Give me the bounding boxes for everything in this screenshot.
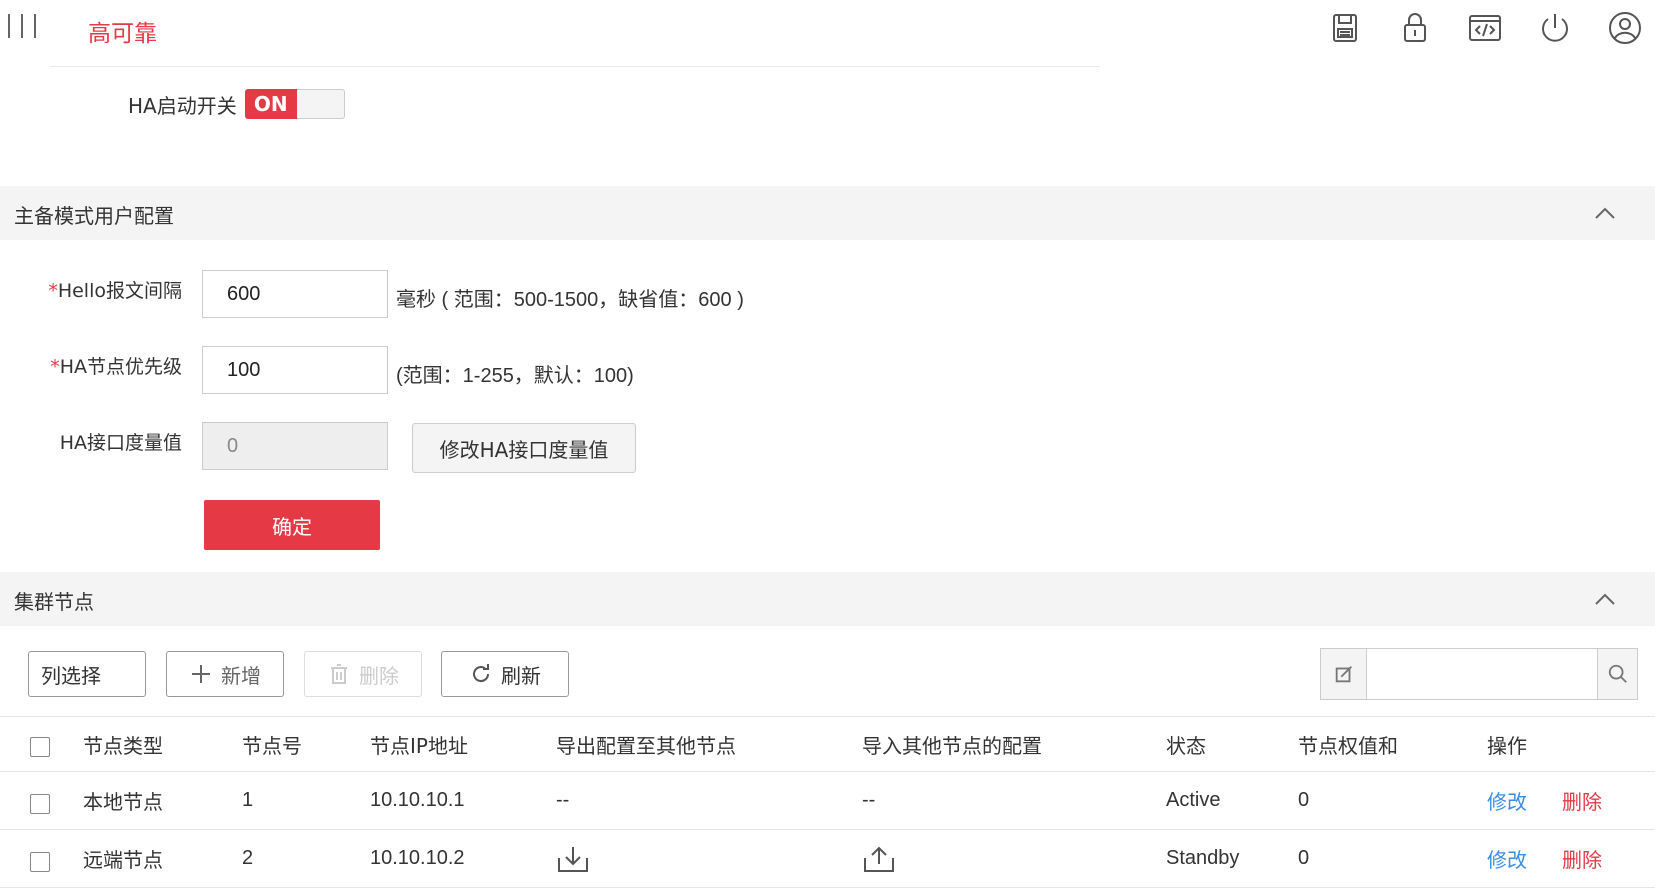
add-label: 新增 [221, 663, 261, 688]
node-weight: 0 [1298, 789, 1310, 811]
edit-link[interactable]: 修改 [1487, 830, 1527, 887]
priority-input[interactable] [202, 346, 388, 394]
edit-link[interactable]: 修改 [1487, 772, 1527, 829]
page-title: 高可靠 [88, 21, 157, 47]
lock-icon[interactable] [1380, 6, 1450, 50]
metric-label: HA接口度量值 [59, 432, 182, 454]
modify-metric-button[interactable]: 修改HA接口度量值 [412, 423, 636, 473]
edit-icon[interactable] [1321, 649, 1367, 699]
top-bar-divider [50, 66, 1100, 72]
column-header: 节点权值和 [1298, 733, 1398, 758]
confirm-button[interactable]: 确定 [204, 500, 380, 550]
column-header: 节点类型 [83, 733, 163, 758]
download-icon[interactable] [556, 830, 590, 887]
ha-switch-label: HA启动开关 [128, 93, 237, 118]
priority-label: *HA节点优先级 [50, 356, 182, 378]
header-actions [1310, 6, 1660, 50]
node-ip: 10.10.10.2 [370, 847, 465, 869]
refresh-button[interactable]: 刷新 [441, 651, 569, 697]
node-number: 1 [242, 789, 254, 811]
table-header: 节点类型 节点号 节点IP地址 导出配置至其他节点 导入其他节点的配置 状态 节… [0, 716, 1655, 772]
top-bar: 高可靠 [0, 0, 1660, 64]
chevron-up-icon[interactable] [1593, 202, 1617, 226]
import-config: -- [862, 789, 876, 811]
node-status: Standby [1166, 847, 1240, 869]
table-row: 本地节点 1 10.10.10.1 -- -- Active 0 修改 删除 [0, 772, 1655, 830]
node-number: 2 [242, 847, 254, 869]
toggle-on-label: ON [244, 89, 297, 119]
refresh-label: 刷新 [501, 663, 541, 688]
delete-label: 删除 [359, 663, 399, 688]
power-icon[interactable] [1520, 6, 1590, 50]
select-all-checkbox[interactable] [30, 737, 50, 757]
upload-icon[interactable] [862, 830, 896, 887]
column-select-label: 列选择 [41, 663, 101, 688]
trash-icon [331, 664, 347, 684]
section-title: 集群节点 [14, 590, 94, 614]
delete-link[interactable]: 删除 [1562, 830, 1602, 887]
row-checkbox[interactable] [30, 793, 50, 814]
row-checkbox[interactable] [30, 851, 50, 872]
section-title: 主备模式用户配置 [14, 204, 174, 228]
table-row: 远端节点 2 10.10.10.2 Standby 0 修改 删除 [0, 830, 1655, 888]
user-icon[interactable] [1590, 6, 1660, 50]
search-box [1320, 648, 1638, 700]
add-button[interactable]: 新增 [166, 651, 284, 697]
ha-toggle[interactable]: ON [244, 89, 345, 119]
hello-interval-label: *Hello报文间隔 [48, 280, 182, 302]
hello-interval-input[interactable] [202, 270, 388, 318]
node-weight: 0 [1298, 847, 1310, 869]
node-status: Active [1166, 789, 1221, 811]
section-cluster-header[interactable]: 集群节点 [0, 572, 1655, 626]
plus-icon [192, 665, 210, 683]
search-input[interactable] [1368, 649, 1598, 699]
search-icon[interactable] [1597, 649, 1637, 699]
column-select-button[interactable]: 列选择 [28, 651, 146, 697]
column-header: 节点IP地址 [370, 733, 468, 758]
delete-link[interactable]: 删除 [1562, 772, 1602, 829]
priority-hint: (范围：1-255，默认：100) [396, 365, 634, 387]
section-master-header[interactable]: 主备模式用户配置 [0, 186, 1655, 240]
ha-switch-row: HA启动开关 ON [128, 88, 345, 120]
export-config: -- [556, 789, 570, 811]
refresh-icon [473, 664, 490, 683]
metric-input [202, 422, 388, 470]
code-icon[interactable] [1450, 6, 1520, 50]
column-header: 状态 [1166, 733, 1206, 758]
node-ip: 10.10.10.1 [370, 789, 465, 811]
node-type: 本地节点 [83, 790, 163, 814]
node-type: 远端节点 [83, 848, 163, 872]
delete-button: 删除 [304, 651, 422, 697]
menu-icon[interactable] [8, 14, 48, 44]
column-header: 节点号 [242, 733, 302, 758]
chevron-up-icon[interactable] [1593, 588, 1617, 612]
hello-interval-hint: 毫秒 ( 范围：500-1500，缺省值：600 ) [396, 289, 744, 311]
column-header: 导出配置至其他节点 [556, 733, 736, 758]
column-header: 操作 [1487, 733, 1527, 758]
column-header: 导入其他节点的配置 [862, 733, 1042, 758]
save-icon[interactable] [1310, 6, 1380, 50]
